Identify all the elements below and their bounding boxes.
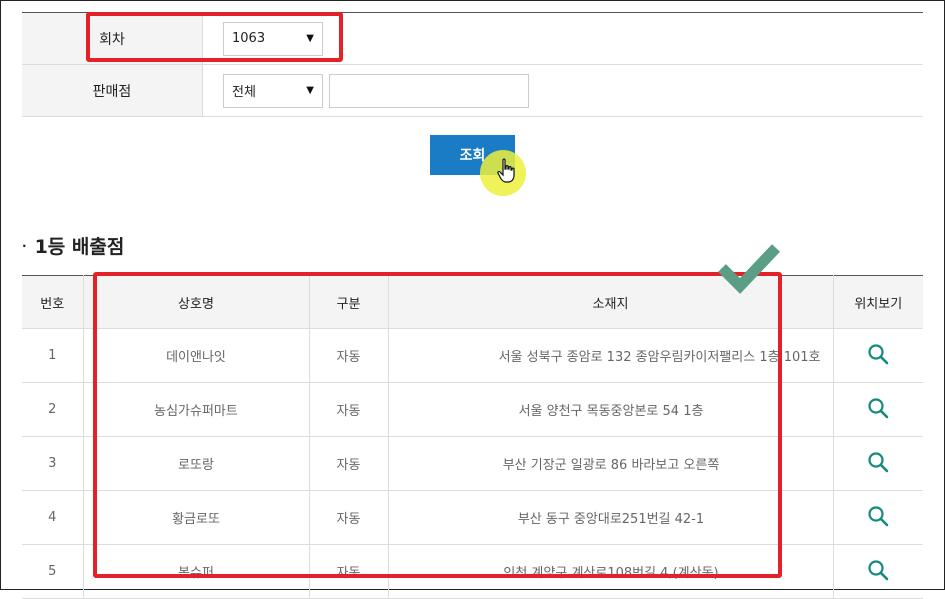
store-type: 자동 [309, 382, 389, 437]
search-icon[interactable] [866, 504, 890, 528]
store-name: 데이앤나잇 [83, 328, 310, 383]
table-row: 1 데이앤나잇 자동 서울 성북구 종암로 132 종암우림카이저팰리스 1층 … [22, 328, 923, 383]
row-number: 1 [22, 328, 84, 383]
round-select-value: 1063 [232, 31, 266, 46]
region-select-value: 전체 [232, 85, 256, 100]
search-form: 회차 1063 ▼ 판매점 전체 ▼ [22, 12, 923, 117]
round-select[interactable]: 1063 ▼ [223, 21, 323, 56]
row-number: 2 [22, 382, 84, 437]
store-name: 황금로또 [83, 490, 310, 545]
hand-pointer-icon [496, 158, 518, 190]
section-bullet: · [22, 238, 27, 253]
store-row: 판매점 전체 ▼ [22, 65, 923, 117]
store-address: 서울 성북구 종암로 132 종암우림카이저팰리스 1층 101호 [388, 328, 834, 383]
caret-down-icon: ▼ [306, 85, 314, 96]
store-type: 자동 [309, 490, 389, 545]
search-icon[interactable] [866, 558, 890, 582]
table-row: 4 황금로또 자동 부산 동구 중앙대로251번길 42-1 [22, 490, 923, 545]
round-label: 회차 [22, 13, 203, 64]
table-row: 2 농심가슈퍼마트 자동 서울 양천구 목동중앙본로 54 1층 [22, 382, 923, 437]
section-title: 1등 배출점 [34, 236, 125, 258]
row-number: 4 [22, 490, 84, 545]
winning-stores-table: 번호 상호명 구분 소재지 위치보기 1 데이앤나잇 자동 서울 성북구 종암로… [22, 275, 923, 599]
table-row: 3 로또랑 자동 부산 기장군 일광로 86 바라보고 오른쪽 [22, 436, 923, 491]
table-header-row: 번호 상호명 구분 소재지 위치보기 [22, 275, 923, 329]
store-name: 농심가슈퍼마트 [83, 382, 310, 437]
store-type: 자동 [309, 436, 389, 491]
checkmark-icon [718, 242, 780, 298]
round-row: 회차 1063 ▼ [22, 13, 923, 65]
store-label: 판매점 [22, 65, 203, 116]
col-header-location: 위치보기 [833, 275, 923, 329]
section-heading: · 1등 배출점 [22, 232, 124, 259]
table-row: 5 복슈퍼 자동 인천 계양구 계산로108번길 4,(계산동) [22, 544, 923, 599]
store-name: 로또랑 [83, 436, 310, 491]
row-number: 3 [22, 436, 84, 491]
row-number: 5 [22, 544, 84, 599]
region-select[interactable]: 전체 ▼ [223, 73, 323, 108]
caret-down-icon: ▼ [306, 33, 314, 44]
store-address: 부산 기장군 일광로 86 바라보고 오른쪽 [388, 436, 834, 491]
store-type: 자동 [309, 328, 389, 383]
search-icon[interactable] [866, 396, 890, 420]
col-header-number: 번호 [22, 275, 84, 329]
store-address: 서울 양천구 목동중앙본로 54 1층 [388, 382, 834, 437]
search-icon[interactable] [866, 342, 890, 366]
store-address: 부산 동구 중앙대로251번길 42-1 [388, 490, 834, 545]
col-header-store-name: 상호명 [83, 275, 310, 329]
store-search-input[interactable] [329, 73, 529, 108]
col-header-type: 구분 [309, 275, 389, 329]
search-icon[interactable] [866, 450, 890, 474]
store-address: 인천 계양구 계산로108번길 4,(계산동) [388, 544, 834, 599]
store-name: 복슈퍼 [83, 544, 310, 599]
store-type: 자동 [309, 544, 389, 599]
